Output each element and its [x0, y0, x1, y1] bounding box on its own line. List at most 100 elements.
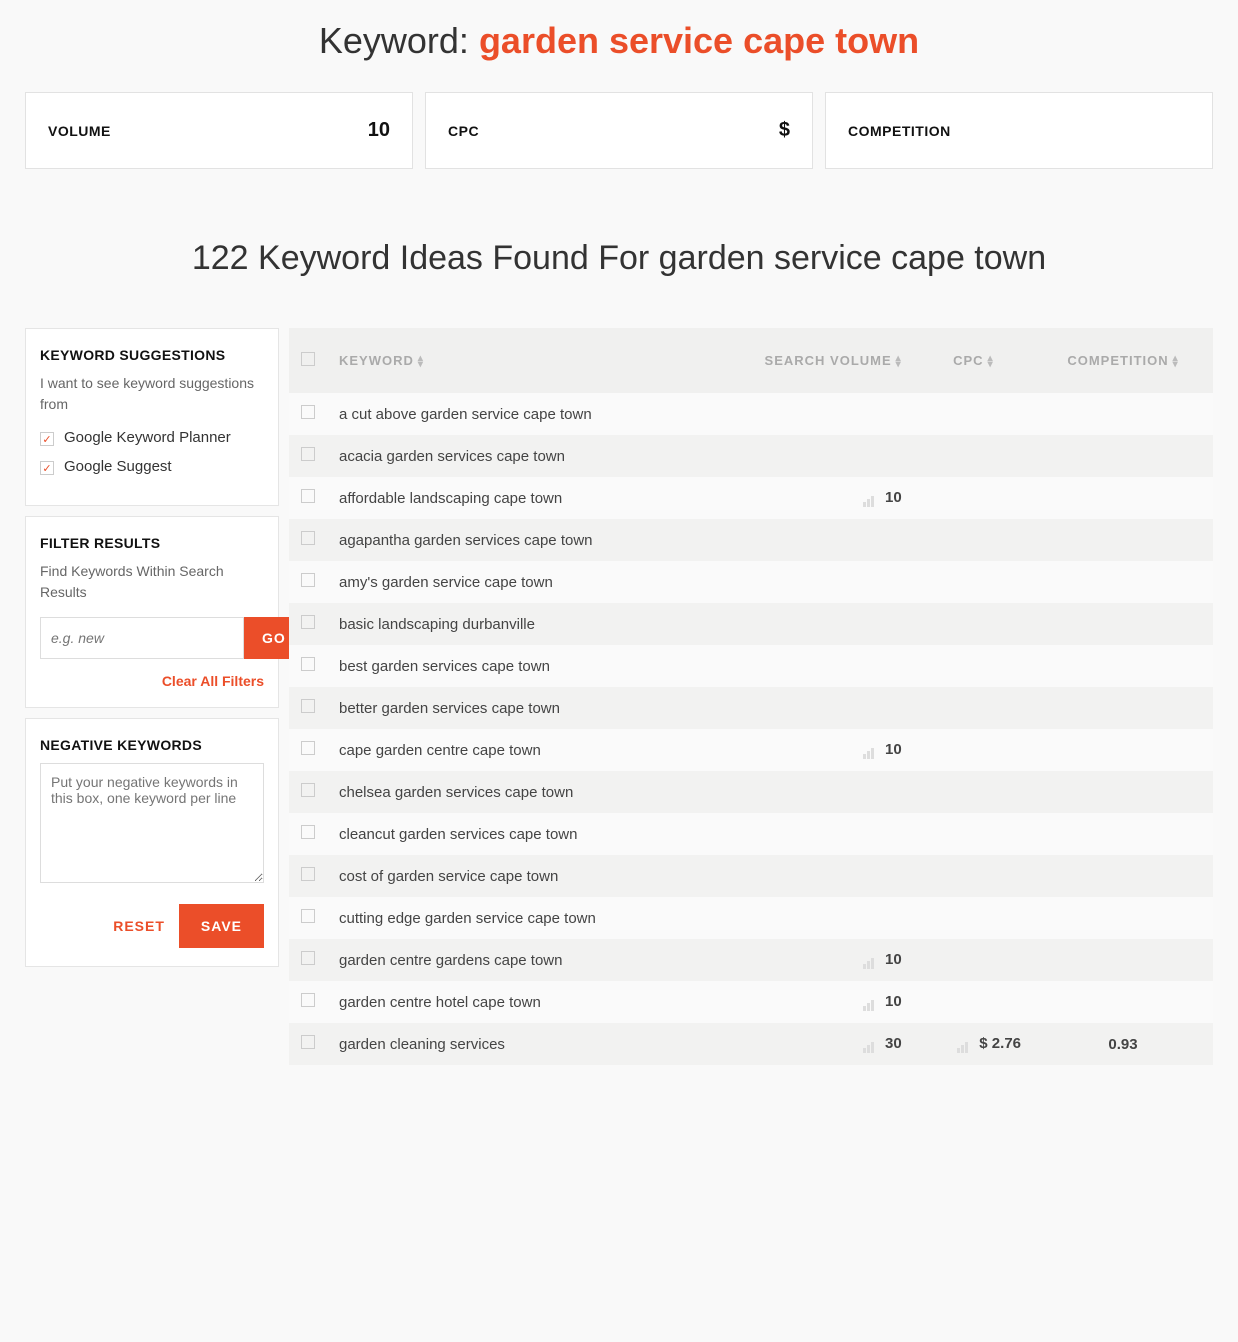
row-checkbox[interactable] [301, 615, 315, 629]
bar-chart-icon [861, 994, 875, 1011]
cpc-cell [914, 435, 1033, 477]
competition-cell [1033, 393, 1213, 435]
competition-cell: 0.93 [1033, 1023, 1213, 1065]
table-row: a cut above garden service cape town [289, 393, 1213, 435]
competition-cell [1033, 519, 1213, 561]
sort-icon: ▴▾ [896, 356, 902, 368]
cpc-cell [914, 519, 1033, 561]
cpc-cell [914, 813, 1033, 855]
competition-cell [1033, 645, 1213, 687]
cpc-cell [914, 855, 1033, 897]
sort-icon: ▴▾ [1173, 356, 1179, 368]
stat-cpc-label: CPC [448, 123, 479, 139]
row-checkbox[interactable] [301, 657, 315, 671]
keyword-cell: agapantha garden services cape town [327, 519, 699, 561]
table-row: chelsea garden services cape town [289, 771, 1213, 813]
table-row: garden cleaning services30$ 2.760.93 [289, 1023, 1213, 1065]
cpc-cell [914, 897, 1033, 939]
competition-cell [1033, 561, 1213, 603]
competition-cell [1033, 771, 1213, 813]
filter-input[interactable] [40, 617, 244, 659]
table-row: basic landscaping durbanville [289, 603, 1213, 645]
keyword-table-wrap: KEYWORD▴▾ SEARCH VOLUME▴▾ CPC▴▾ COMPETIT… [289, 328, 1213, 1065]
stat-volume: VOLUME 10 [25, 92, 413, 169]
source-checkbox[interactable] [40, 461, 54, 475]
volume-cell [699, 435, 913, 477]
row-checkbox[interactable] [301, 909, 315, 923]
table-row: cleancut garden services cape town [289, 813, 1213, 855]
row-checkbox[interactable] [301, 447, 315, 461]
table-row: cape garden centre cape town10 [289, 729, 1213, 771]
volume-cell [699, 897, 913, 939]
clear-filters-link[interactable]: Clear All Filters [40, 673, 264, 689]
stat-cpc: CPC $ [425, 92, 813, 169]
stat-competition: COMPETITION [825, 92, 1213, 169]
table-row: best garden services cape town [289, 645, 1213, 687]
cpc-cell: $ 2.76 [914, 1023, 1033, 1065]
cpc-cell [914, 771, 1033, 813]
cpc-cell [914, 393, 1033, 435]
keyword-cell: garden cleaning services [327, 1023, 699, 1065]
source-row[interactable]: Google Suggest [40, 458, 264, 475]
row-checkbox[interactable] [301, 1035, 315, 1049]
keyword-cell: better garden services cape town [327, 687, 699, 729]
keyword-cell: cape garden centre cape town [327, 729, 699, 771]
keyword-cell: garden centre gardens cape town [327, 939, 699, 981]
bar-chart-icon [861, 742, 875, 759]
volume-cell [699, 645, 913, 687]
row-checkbox[interactable] [301, 699, 315, 713]
volume-cell [699, 561, 913, 603]
col-cpc[interactable]: CPC▴▾ [914, 328, 1033, 393]
keyword-cell: cost of garden service cape town [327, 855, 699, 897]
bar-chart-icon [861, 1036, 875, 1053]
competition-cell [1033, 603, 1213, 645]
volume-cell [699, 687, 913, 729]
sort-icon: ▴▾ [418, 356, 424, 368]
table-row: garden centre hotel cape town10 [289, 981, 1213, 1023]
bar-chart-icon [861, 952, 875, 969]
col-keyword[interactable]: KEYWORD▴▾ [327, 328, 699, 393]
save-button[interactable]: SAVE [179, 904, 264, 948]
col-competition[interactable]: COMPETITION▴▾ [1033, 328, 1213, 393]
cpc-cell [914, 603, 1033, 645]
select-all-checkbox[interactable] [301, 352, 315, 366]
reset-button[interactable]: RESET [113, 918, 165, 934]
keyword-cell: acacia garden services cape town [327, 435, 699, 477]
row-checkbox[interactable] [301, 531, 315, 545]
source-checkbox[interactable] [40, 432, 54, 446]
row-checkbox[interactable] [301, 951, 315, 965]
table-row: better garden services cape town [289, 687, 1213, 729]
keyword-table: KEYWORD▴▾ SEARCH VOLUME▴▾ CPC▴▾ COMPETIT… [289, 328, 1213, 1065]
keyword-cell: garden centre hotel cape town [327, 981, 699, 1023]
row-checkbox[interactable] [301, 783, 315, 797]
stat-volume-value: 10 [368, 119, 390, 142]
col-select-all[interactable] [289, 328, 327, 393]
negative-textarea[interactable] [40, 763, 264, 883]
row-checkbox[interactable] [301, 405, 315, 419]
competition-cell [1033, 939, 1213, 981]
keyword-cell: best garden services cape town [327, 645, 699, 687]
panel-suggestions: KEYWORD SUGGESTIONS I want to see keywor… [25, 328, 279, 506]
row-checkbox[interactable] [301, 489, 315, 503]
row-checkbox[interactable] [301, 825, 315, 839]
volume-cell [699, 855, 913, 897]
table-row: agapantha garden services cape town [289, 519, 1213, 561]
source-label: Google Suggest [64, 458, 172, 475]
row-checkbox[interactable] [301, 867, 315, 881]
row-checkbox[interactable] [301, 993, 315, 1007]
cpc-cell [914, 477, 1033, 519]
table-row: cutting edge garden service cape town [289, 897, 1213, 939]
title-keyword: garden service cape town [479, 20, 919, 61]
competition-cell [1033, 687, 1213, 729]
stats-row: VOLUME 10 CPC $ COMPETITION [25, 92, 1213, 169]
sidebar: KEYWORD SUGGESTIONS I want to see keywor… [25, 328, 279, 1065]
cpc-cell [914, 687, 1033, 729]
volume-cell [699, 519, 913, 561]
bar-chart-icon [861, 490, 875, 507]
source-row[interactable]: Google Keyword Planner [40, 429, 264, 446]
table-row: amy's garden service cape town [289, 561, 1213, 603]
row-checkbox[interactable] [301, 741, 315, 755]
col-volume[interactable]: SEARCH VOLUME▴▾ [699, 328, 913, 393]
row-checkbox[interactable] [301, 573, 315, 587]
keyword-cell: a cut above garden service cape town [327, 393, 699, 435]
